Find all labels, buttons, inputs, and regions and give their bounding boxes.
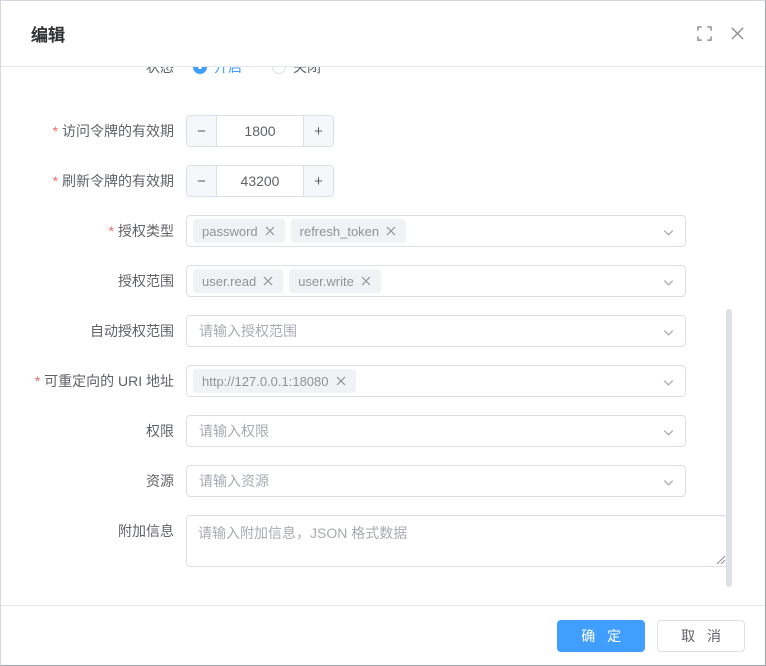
select-placeholder: 请输入授权范围 (199, 323, 297, 339)
authorities-label: 权限 (146, 423, 174, 439)
access-token-ttl-stepper: − + (186, 115, 334, 147)
scopes-label: 授权范围 (118, 273, 174, 289)
dialog-header-tools (697, 26, 745, 41)
form-row-auto-approve-scopes: 自动授权范围 请输入授权范围 (1, 315, 765, 347)
radio-dot-off-icon (272, 67, 286, 74)
tag-label: http://127.0.0.1:18080 (202, 373, 329, 389)
radio-disabled[interactable]: 关闭 (272, 67, 321, 77)
chevron-down-icon (663, 230, 674, 236)
form-row-grant-types: 授权类型 password refresh_token (1, 215, 765, 247)
dialog-footer: 确 定 取 消 (1, 605, 765, 665)
increase-button[interactable]: + (303, 116, 333, 146)
close-icon[interactable] (730, 26, 745, 41)
fullscreen-icon[interactable] (697, 26, 712, 41)
refresh-token-ttl-label: 刷新令牌的有效期 (1, 165, 186, 197)
chevron-down-icon (663, 330, 674, 336)
form-row-refresh-token-ttl: 刷新令牌的有效期 − + (1, 165, 765, 197)
decrease-button[interactable]: − (187, 116, 217, 146)
resize-handle-icon[interactable] (716, 555, 726, 565)
tag-remove-icon[interactable] (335, 375, 347, 387)
refresh-token-ttl-stepper: − + (186, 165, 334, 197)
auto-approve-scopes-label: 自动授权范围 (90, 323, 174, 339)
edit-dialog: 编辑 状态 开启 关闭 * 访问令牌的有效期 − 1800 + * 刷新令牌的有… (0, 0, 766, 666)
confirm-button[interactable]: 确 定 (557, 619, 646, 652)
form-row-redirect-uris: 可重定向的 URI 地址 http://127.0.0.1:18080 (1, 365, 765, 397)
form-row-additional-info: 附加信息 (1, 515, 765, 567)
tag-user-read: user.read (193, 269, 284, 293)
access-token-ttl-input[interactable] (217, 116, 303, 146)
scopes-select[interactable]: user.read user.write (186, 265, 686, 297)
chevron-down-icon (663, 480, 674, 486)
form-row-scopes: 授权范围 user.read user.write (1, 265, 765, 297)
status-radio-group: 开启 关闭 (186, 67, 321, 83)
resources-select[interactable]: 请输入资源 (186, 465, 686, 497)
grant-types-label: 授权类型 (1, 215, 186, 247)
refresh-token-ttl-input[interactable] (217, 166, 303, 196)
radio-dot-on-icon (193, 67, 207, 74)
additional-info-label: 附加信息 (118, 523, 174, 539)
authorities-select[interactable]: 请输入权限 (186, 415, 686, 447)
tag-remove-icon[interactable] (262, 275, 274, 287)
tag-label: password (202, 223, 258, 239)
dialog-header: 编辑 (1, 1, 765, 67)
additional-info-wrap (186, 515, 728, 567)
redirect-uris-select[interactable]: http://127.0.0.1:18080 (186, 365, 686, 397)
cancel-button[interactable]: 取 消 (657, 619, 745, 652)
tag-refresh-token: refresh_token (290, 219, 407, 243)
tag-remove-icon[interactable] (264, 225, 276, 237)
select-placeholder: 请输入权限 (199, 423, 269, 439)
decrease-button[interactable]: − (187, 166, 217, 196)
chevron-down-icon (663, 280, 674, 286)
tag-user-write: user.write (289, 269, 381, 293)
select-placeholder: 请输入资源 (199, 473, 269, 489)
form-row-access-token-ttl: 访问令牌的有效期 − + (1, 115, 765, 147)
radio-disabled-label: 关闭 (293, 67, 321, 75)
form-row-resources: 资源 请输入资源 (1, 465, 765, 497)
auto-approve-scopes-select[interactable]: 请输入授权范围 (186, 315, 686, 347)
tag-remove-icon[interactable] (360, 275, 372, 287)
tag-label: user.read (202, 273, 257, 289)
tag-redirect-uri: http://127.0.0.1:18080 (193, 369, 356, 393)
chevron-down-icon (663, 380, 674, 386)
tag-label: user.write (298, 273, 354, 289)
increase-button[interactable]: + (303, 166, 333, 196)
status-label: 状态 (146, 67, 174, 75)
access-token-ttl-label: 访问令牌的有效期 (1, 115, 186, 147)
grant-types-select[interactable]: password refresh_token (186, 215, 686, 247)
additional-info-textarea[interactable] (186, 515, 728, 567)
redirect-uris-label: 可重定向的 URI 地址 (1, 365, 186, 397)
radio-enabled[interactable]: 开启 (193, 67, 242, 77)
form-row-status: 状态 开启 关闭 (1, 67, 765, 83)
tag-password: password (193, 219, 285, 243)
dialog-title: 编辑 (31, 26, 65, 45)
form-row-authorities: 权限 请输入权限 (1, 415, 765, 447)
chevron-down-icon (663, 430, 674, 436)
resources-label: 资源 (146, 473, 174, 489)
dialog-body: 状态 开启 关闭 访问令牌的有效期 − + 刷新令 (1, 67, 765, 605)
tag-remove-icon[interactable] (385, 225, 397, 237)
radio-enabled-label: 开启 (214, 67, 242, 75)
tag-label: refresh_token (299, 223, 380, 239)
vertical-scrollbar[interactable] (726, 309, 732, 587)
